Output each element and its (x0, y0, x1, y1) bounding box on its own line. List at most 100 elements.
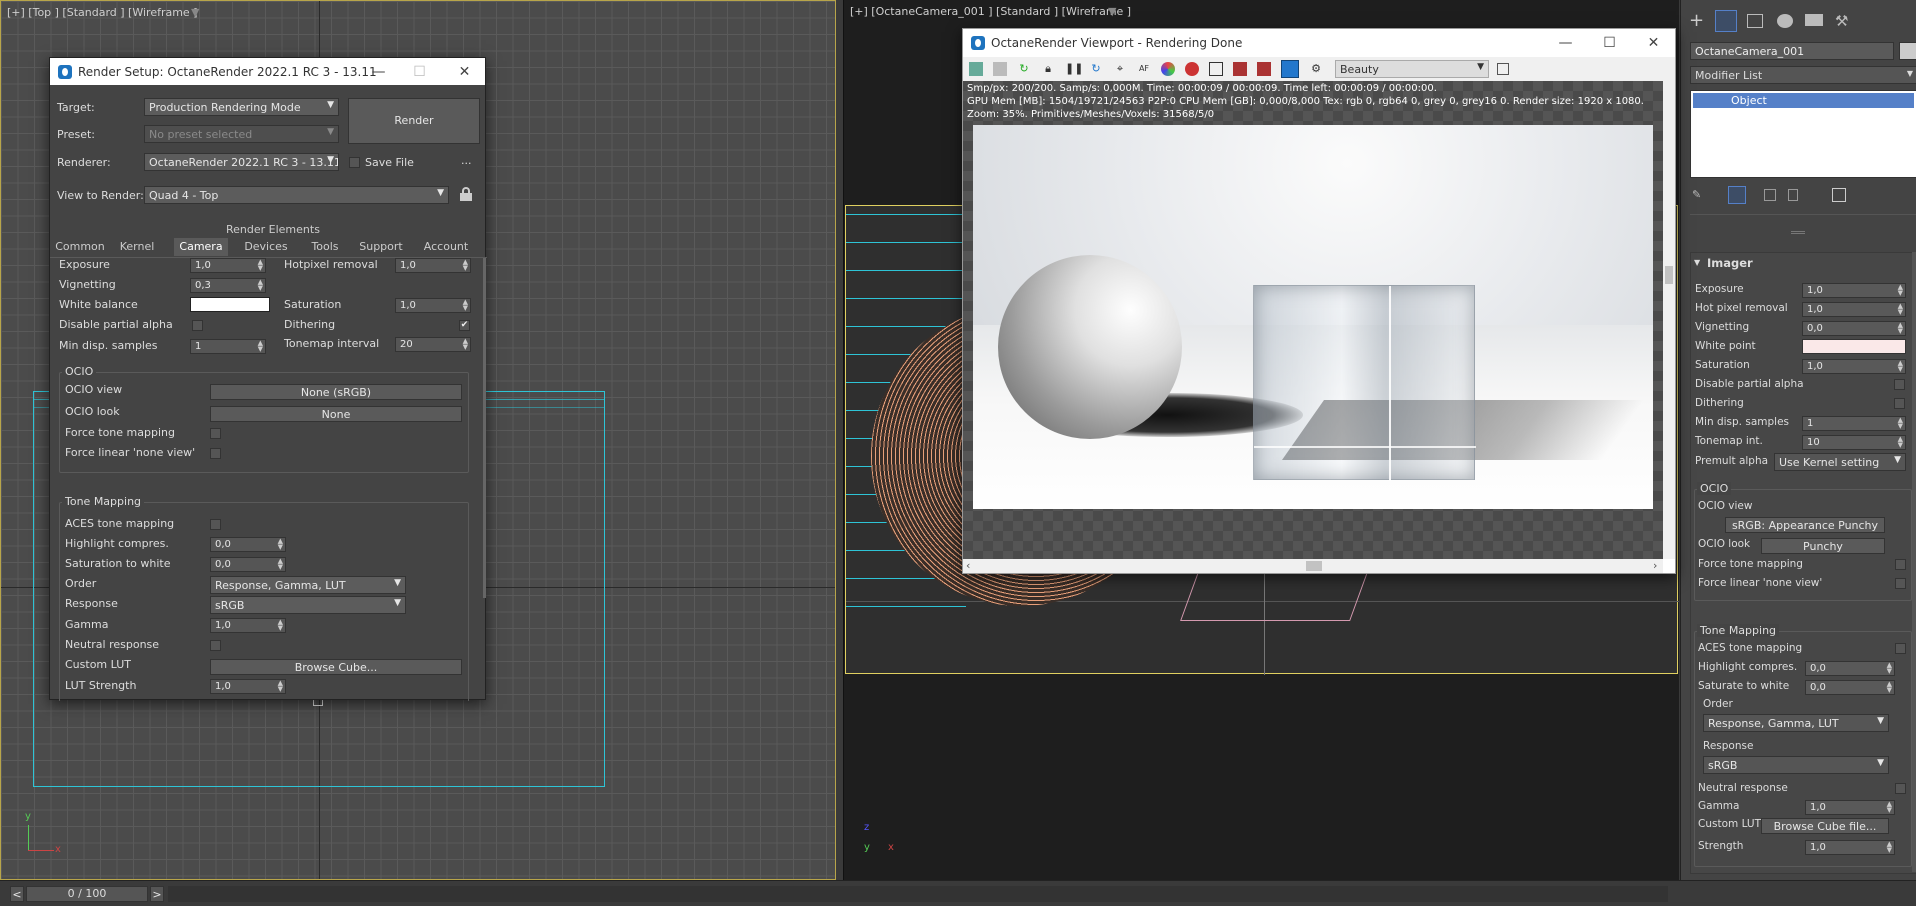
vscroll-thumb[interactable] (1665, 266, 1673, 284)
save-file-checkbox[interactable] (349, 157, 360, 168)
refresh-icon[interactable]: ↻ (1089, 62, 1103, 76)
highlight-spinner[interactable]: 0,0 ▲ ▼ (210, 537, 286, 552)
cp-force-tone-checkbox[interactable] (1895, 559, 1906, 570)
spinner-arrows-icon[interactable]: ▲ ▼ (258, 259, 263, 272)
spinner-arrows-icon[interactable]: ▲ ▼ (1898, 436, 1903, 449)
tab-camera[interactable]: Camera (174, 238, 228, 256)
disable-alpha-checkbox[interactable] (192, 320, 203, 331)
filter-icon[interactable]: ▼ (1108, 5, 1116, 18)
spinner-arrows-icon[interactable]: ▲ ▼ (1898, 322, 1903, 335)
neutral-checkbox[interactable] (210, 640, 221, 651)
render-vscrollbar[interactable] (1663, 81, 1675, 559)
tab-kernel[interactable]: Kernel (114, 238, 160, 256)
spinner-arrows-icon[interactable]: ▲ ▼ (278, 680, 283, 693)
response-dropdown[interactable]: sRGB ▼ (210, 596, 406, 614)
cp-disable-alpha-checkbox[interactable] (1894, 379, 1905, 390)
remove-modifier-icon[interactable] (1788, 189, 1798, 201)
sat-white-spinner[interactable]: 0,0 ▲ ▼ (210, 557, 286, 572)
cp-order-dropdown[interactable]: Response, Gamma, LUT ▼ (1703, 714, 1889, 732)
maximize-icon[interactable]: ☐ (397, 58, 442, 85)
force-linear-checkbox[interactable] (210, 448, 221, 459)
film-region-icon[interactable] (1233, 62, 1247, 76)
make-unique-icon[interactable] (1764, 189, 1776, 201)
tonemap-interval-spinner[interactable]: 20 ▲ ▼ (395, 337, 471, 352)
render-elements-label[interactable]: Render Elements (226, 223, 320, 236)
spinner-arrows-icon[interactable]: ▲ ▼ (1898, 417, 1903, 430)
spinner-arrows-icon[interactable]: ▲ ▼ (258, 340, 263, 353)
render-setup-scrollbar[interactable] (483, 258, 486, 598)
panel-scrollbar[interactable] (1912, 252, 1916, 872)
spinner-arrows-icon[interactable]: ▲ ▼ (1887, 841, 1892, 854)
tab-support[interactable]: Support (356, 238, 406, 256)
cp-dithering-checkbox[interactable] (1894, 398, 1905, 409)
target-dropdown[interactable]: Production Rendering Mode ▼ (144, 98, 339, 116)
cp-highlight-spinner[interactable]: 0,0 ▲ ▼ (1805, 661, 1895, 676)
min-disp-spinner[interactable]: 1 ▲ ▼ (190, 339, 266, 354)
pass-options-icon[interactable] (1497, 63, 1509, 75)
cp-neutral-checkbox[interactable] (1895, 783, 1906, 794)
display-tab-icon[interactable] (1805, 14, 1823, 26)
material-picker-icon[interactable] (1185, 62, 1199, 76)
cp-hotpixel-spinner[interactable]: 1,0 ▲ ▼ (1802, 302, 1906, 317)
spinner-arrows-icon[interactable]: ▲ ▼ (1887, 801, 1892, 814)
hierarchy-tab-icon[interactable] (1747, 14, 1763, 28)
renderer-dropdown[interactable]: OctaneRender 2022.1 RC 3 - 13.11 ▼ (144, 153, 339, 171)
camera-view-icon[interactable] (1281, 60, 1299, 78)
render-button[interactable]: Render (348, 98, 480, 144)
cp-gamma-spinner[interactable]: 1,0 ▲ ▼ (1805, 800, 1895, 815)
modifier-list-dropdown[interactable]: Modifier List ▼ (1690, 66, 1916, 84)
show-end-result-icon[interactable] (1728, 186, 1746, 204)
spinner-arrows-icon[interactable]: ▲ ▼ (278, 558, 283, 571)
gamma-spinner[interactable]: 1,0 ▲ ▼ (210, 618, 286, 633)
timeline-track[interactable] (168, 886, 1668, 902)
spinner-arrows-icon[interactable]: ▲ ▼ (1898, 284, 1903, 297)
aces-checkbox[interactable] (210, 519, 221, 530)
order-dropdown[interactable]: Response, Gamma, LUT ▼ (210, 576, 406, 594)
cp-response-dropdown[interactable]: sRGB ▼ (1703, 756, 1889, 774)
restart-icon[interactable]: ↻ (1017, 62, 1031, 76)
preset-dropdown[interactable]: No preset selected ▼ (144, 125, 339, 143)
rollout-drag-handle[interactable] (1791, 231, 1805, 234)
tab-account[interactable]: Account (419, 238, 473, 256)
settings-gear-icon[interactable]: ⚙ (1309, 62, 1323, 76)
close-icon[interactable]: ✕ (442, 58, 487, 85)
view-to-render-dropdown[interactable]: Quad 4 - Top ▼ (144, 186, 449, 204)
pause-icon[interactable]: ❚❚ (1065, 62, 1083, 76)
tab-common[interactable]: Common (55, 238, 105, 256)
cp-sat-white-spinner[interactable]: 0,0 ▲ ▼ (1805, 680, 1895, 695)
cp-white-point-swatch[interactable] (1802, 339, 1906, 354)
spinner-arrows-icon[interactable]: ▲ ▼ (1887, 681, 1892, 694)
spinner-arrows-icon[interactable]: ▲ ▼ (258, 279, 263, 292)
spinner-arrows-icon[interactable]: ▲ ▼ (463, 299, 468, 312)
lock-icon[interactable]: 🔒︎ (1041, 62, 1055, 76)
pin-stack-icon[interactable]: ✎ (1692, 188, 1701, 201)
output-icon[interactable] (1257, 62, 1271, 76)
more-button[interactable]: ... (461, 154, 472, 167)
rollout-collapse-icon[interactable]: ▼ (1694, 258, 1700, 267)
force-tone-checkbox[interactable] (210, 428, 221, 439)
object-name-field[interactable]: OctaneCamera_001 (1690, 42, 1894, 60)
timeline-prev-button[interactable]: < (10, 886, 24, 902)
cp-tonemap-spinner[interactable]: 10 ▲ ▼ (1802, 435, 1906, 450)
spinner-arrows-icon[interactable]: ▲ ▼ (1898, 360, 1903, 373)
cp-min-disp-spinner[interactable]: 1 ▲ ▼ (1802, 416, 1906, 431)
filter-icon[interactable]: ▼ (191, 6, 199, 19)
spinner-arrows-icon[interactable]: ▲ ▼ (1887, 662, 1892, 675)
spinner-arrows-icon[interactable]: ▲ ▼ (463, 338, 468, 351)
ocio-view-button[interactable]: None (sRGB) (210, 384, 462, 400)
minimize-icon[interactable]: — (1543, 29, 1588, 56)
dithering-checkbox[interactable]: ✔ (459, 320, 470, 331)
lut-strength-spinner[interactable]: 1,0 ▲ ▼ (210, 679, 286, 694)
octane-titlebar[interactable]: OctaneRender Viewport - Rendering Done —… (963, 29, 1675, 57)
timeline-slider[interactable]: 0 / 100 (26, 886, 148, 902)
close-icon[interactable]: ✕ (1631, 29, 1676, 56)
cp-browse-cube-button[interactable]: Browse Cube file... (1761, 818, 1889, 834)
cp-aces-checkbox[interactable] (1895, 643, 1906, 654)
region-render-icon[interactable] (1209, 62, 1223, 76)
spinner-arrows-icon[interactable]: ▲ ▼ (1898, 303, 1903, 316)
vignetting-spinner[interactable]: 0,3 ▲ ▼ (190, 278, 266, 293)
focus-icon[interactable]: ⌖ (1113, 62, 1127, 76)
modifier-stack[interactable]: Object (1690, 90, 1916, 178)
scroll-right-icon[interactable]: › (1653, 559, 1657, 572)
hotpixel-spinner[interactable]: 1,0 ▲ ▼ (395, 258, 471, 273)
